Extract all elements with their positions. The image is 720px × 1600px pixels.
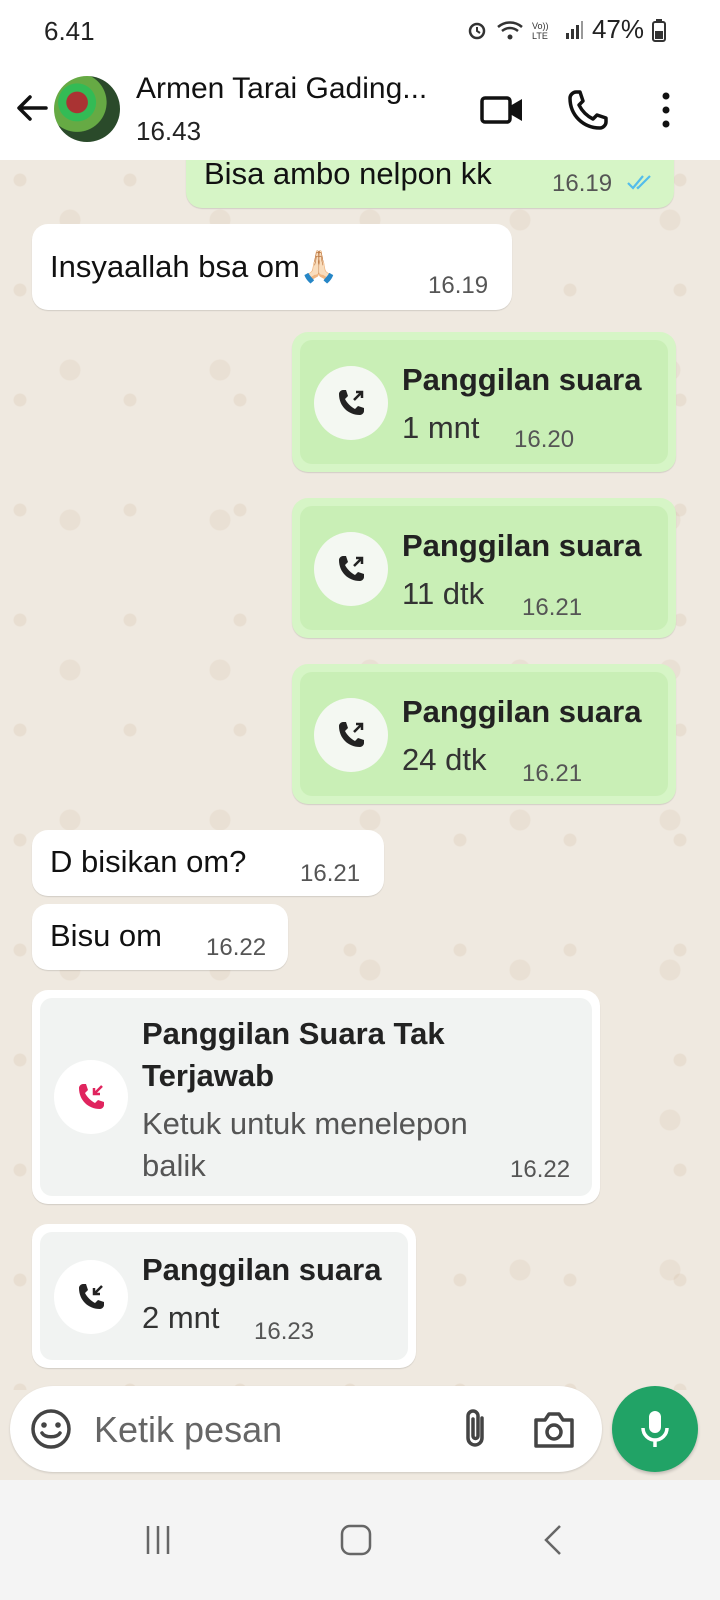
emoji-icon[interactable] [28,1406,74,1452]
svg-text:Vo)): Vo)) [532,21,549,31]
call-duration: 24 dtk [402,742,487,777]
voice-call-outgoing[interactable]: Panggilan suara 1 mnt 16.20 [292,332,676,472]
battery-icon [652,18,666,42]
call-duration: 11 dtk [402,576,485,611]
call-duration: 1 mnt [402,410,480,445]
outgoing-call-icon [314,532,388,606]
alarm-icon [468,22,486,39]
call-card: Panggilan suara 2 mnt 16.23 [40,1232,408,1360]
message-incoming[interactable]: Bisu om 16.22 [32,904,288,970]
missed-call-title: Panggilan Suara Tak [142,1016,445,1051]
more-options-icon[interactable] [642,86,690,134]
call-title: Panggilan suara [402,694,642,729]
call-time: 16.21 [522,594,583,621]
attach-icon[interactable] [456,1406,496,1452]
call-title: Panggilan suara [142,1252,382,1287]
volte-icon: Vo))LTE [532,21,549,41]
missed-call-icon [54,1060,128,1134]
back-arrow-icon[interactable] [12,88,52,128]
system-navigation-bar [0,1480,720,1600]
status-icons: Vo)) LTE 47% [466,14,666,45]
voice-call-icon[interactable] [564,86,612,134]
voice-call-incoming[interactable]: Panggilan suara 2 mnt 16.23 [32,1224,416,1368]
call-title: Panggilan suara [402,362,642,397]
missed-call-hint: balik [142,1148,206,1183]
signal-icon [565,20,583,39]
incoming-call-icon [54,1260,128,1334]
call-duration: 2 mnt [142,1300,220,1335]
wifi-icon [497,20,523,39]
message-outgoing[interactable]: Bisa ambo nelpon kk 16.19 [186,160,674,208]
contact-name[interactable]: Armen Tarai Gading... [136,72,427,106]
message-time: 16.22 [206,934,267,961]
camera-icon[interactable] [530,1408,578,1452]
status-time: 6.41 [44,16,95,46]
call-time: 16.21 [522,760,583,787]
battery-percent: 47% [591,14,644,44]
missed-call-title: Terjawab [142,1058,275,1093]
call-card: Panggilan suara 1 mnt 16.20 [300,340,668,464]
svg-text:LTE: LTE [532,31,548,41]
call-time: 16.22 [510,1156,571,1183]
last-seen: 16.43 [136,116,202,146]
home-icon[interactable] [332,1518,380,1562]
message-composer [10,1386,602,1472]
voice-call-outgoing[interactable]: Panggilan suara 24 dtk 16.21 [292,664,676,804]
message-text: Bisa ambo nelpon kk [204,160,492,191]
contact-avatar[interactable] [54,76,120,142]
message-text: D bisikan om? [50,844,247,879]
voice-message-button[interactable] [612,1386,698,1472]
call-card: Panggilan suara 24 dtk 16.21 [300,672,668,796]
voice-call-outgoing[interactable]: Panggilan suara 11 dtk 16.21 [292,498,676,638]
message-input[interactable] [92,1404,436,1456]
call-time: 16.20 [514,426,575,453]
back-nav-icon[interactable] [530,1518,578,1562]
chat-area[interactable]: Bisa ambo nelpon kk 16.19 Insyaallah bsa… [0,160,720,1390]
missed-call-hint: Ketuk untuk menelepon [142,1106,468,1141]
message-time: 16.21 [300,860,361,887]
message-incoming[interactable]: D bisikan om? 16.21 [32,830,384,896]
microphone-icon [641,1411,669,1447]
message-time: 16.19 [428,272,489,299]
call-card: Panggilan Suara Tak Terjawab Ketuk untuk… [40,998,592,1196]
message-text: Bisu om [50,918,162,953]
message-incoming[interactable]: Insyaallah bsa om🙏🏻 16.19 [32,224,512,310]
outgoing-call-icon [314,366,388,440]
call-time: 16.23 [254,1318,315,1345]
message-text: Insyaallah bsa om🙏🏻 [50,249,339,284]
outgoing-call-icon [314,698,388,772]
status-bar: 6.41 Vo)) LTE 47% [0,0,720,62]
missed-voice-call[interactable]: Panggilan Suara Tak Terjawab Ketuk untuk… [32,990,600,1204]
call-title: Panggilan suara [402,528,642,563]
chat-header: Armen Tarai Gading... 16.43 [0,62,720,161]
message-time: 16.19 [552,170,613,197]
call-card: Panggilan suara 11 dtk 16.21 [300,506,668,630]
recent-apps-icon[interactable] [134,1518,182,1562]
video-call-icon[interactable] [478,86,526,134]
read-ticks-icon [627,175,651,190]
